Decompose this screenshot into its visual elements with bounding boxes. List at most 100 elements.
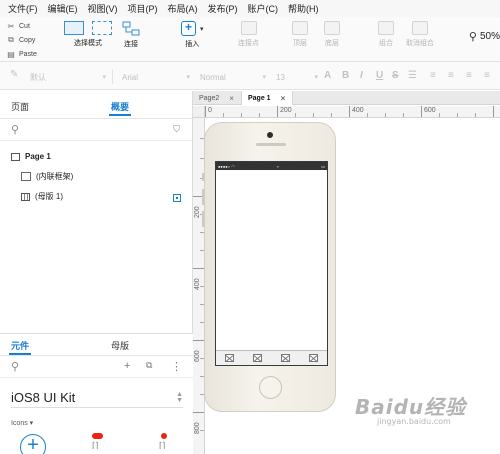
tab-widgets[interactable]: 元件 xyxy=(8,339,32,355)
menu-help[interactable]: 帮助(H) xyxy=(288,2,319,15)
main-toolbar: ✂ Cut ⧉ Copy ▤ Paste 选择模式 连接 + ▾ 插入 连接点 顶层 xyxy=(0,17,500,62)
connector-icon xyxy=(122,21,140,36)
ruler-label: 800 xyxy=(194,422,201,434)
cut-button[interactable]: ✂ Cut xyxy=(6,19,58,33)
send-bottom-icon xyxy=(324,21,340,35)
font-weight-select[interactable]: Normal ▾ xyxy=(200,70,266,84)
align-justify-icon[interactable]: ≡ xyxy=(484,70,490,81)
library-select[interactable]: iOS8 UI Kit ▲ ▼ xyxy=(11,388,183,408)
badge-dot-icon[interactable]: ⌈⌉ xyxy=(159,433,167,450)
widget-search[interactable]: ⚲ + ⧉ ⋮ xyxy=(0,356,193,378)
font-size-select[interactable]: 13 ▾ xyxy=(276,70,318,84)
font-family-select[interactable]: Arial ▾ xyxy=(122,70,190,84)
category-label[interactable]: Icons ▾ xyxy=(11,419,33,427)
copy-button[interactable]: ⧉ Copy xyxy=(6,33,58,47)
tab-outline[interactable]: 概要 xyxy=(108,100,132,116)
menu-edit[interactable]: 编辑(E) xyxy=(48,2,78,15)
zoom-control[interactable]: ⚲ 50% xyxy=(469,30,500,43)
italic-icon[interactable]: I xyxy=(360,70,363,81)
style-icon: ✎ xyxy=(10,69,19,80)
align-center-icon[interactable]: ≡ xyxy=(448,70,454,81)
ruler-label: 400 xyxy=(352,107,364,114)
menu-account[interactable]: 账户(C) xyxy=(248,2,279,15)
speaker-grille xyxy=(256,143,286,146)
chevron-down-icon: ▾ xyxy=(314,74,318,81)
align-right-icon[interactable]: ≡ xyxy=(466,70,472,81)
ruler-label: 600 xyxy=(194,350,201,362)
strikethrough-icon[interactable]: S xyxy=(392,70,399,81)
image-placeholder-icon xyxy=(225,354,235,362)
paste-button[interactable]: ▤ Paste xyxy=(6,47,58,61)
menu-view[interactable]: 视图(V) xyxy=(88,2,118,15)
camera-icon xyxy=(267,132,273,138)
select-mode-button[interactable]: 选择模式 xyxy=(64,21,112,48)
more-options-icon[interactable]: ⋮ xyxy=(171,360,182,373)
ruler-label: 0 xyxy=(208,107,212,114)
bullet-list-icon[interactable]: ☰ xyxy=(408,70,417,81)
chevron-down-icon: ▾ xyxy=(262,74,266,81)
page-tabs: Page2 × Page 1 × xyxy=(193,91,500,105)
signal-icon: ●●●●○ ◠ xyxy=(218,163,235,169)
ungroup-button[interactable]: 取消组合 xyxy=(406,21,434,48)
paste-icon: ▤ xyxy=(7,49,15,59)
bring-top-icon xyxy=(292,21,308,35)
group-button[interactable]: 组合 xyxy=(378,21,394,48)
scissors-icon: ✂ xyxy=(7,21,15,31)
connect-point-button[interactable]: 连接点 xyxy=(238,21,259,48)
tab-page2[interactable]: Page2 × xyxy=(193,91,241,105)
stepper-icon: ▲ ▼ xyxy=(176,391,183,404)
plus-icon: + xyxy=(181,21,196,36)
outline-page-item[interactable]: Page 1 xyxy=(11,152,51,161)
insert-button[interactable]: + ▾ 插入 xyxy=(181,21,204,49)
iphone-mockup[interactable]: ●●●●○ ◠ ▪ ▭ xyxy=(202,122,336,412)
align-left-icon[interactable]: ≡ xyxy=(430,70,436,81)
menu-layout[interactable]: 布局(A) xyxy=(168,2,198,15)
image-placeholder-icon xyxy=(253,354,263,362)
style-select[interactable]: 默认 ▾ xyxy=(30,70,106,84)
bold-icon[interactable]: B xyxy=(342,70,349,81)
zoom-value: 50% xyxy=(479,31,500,42)
phone-screen-frame[interactable]: ●●●●○ ◠ ▪ ▭ xyxy=(215,161,328,366)
ruler-label: 400 xyxy=(194,278,201,290)
add-circle-icon[interactable]: + xyxy=(20,434,46,454)
widgets-panel: 元件 母版 ⚲ + ⧉ ⋮ iOS8 UI Kit ▲ ▼ Icons ▾ + ⌈… xyxy=(0,333,193,454)
divider xyxy=(112,69,113,84)
send-bottom-button[interactable]: 底层 xyxy=(324,21,340,48)
filter-icon[interactable]: ⛉ xyxy=(173,124,180,135)
menu-project[interactable]: 项目(P) xyxy=(128,2,158,15)
badge-pill-icon[interactable]: ⌈⌉ xyxy=(92,433,103,450)
underline-icon[interactable]: U xyxy=(376,70,383,81)
menu-publish[interactable]: 发布(P) xyxy=(208,2,238,15)
font-color-icon[interactable]: A xyxy=(324,70,331,81)
connect-point-icon xyxy=(240,21,257,35)
chevron-down-icon: ▾ xyxy=(102,74,106,81)
connect-button[interactable]: 连接 xyxy=(122,21,140,49)
battery-icon: ▭ xyxy=(321,163,325,169)
outline-inline-frame-item[interactable]: (内联框架) xyxy=(21,171,73,182)
tab-pages[interactable]: 页面 xyxy=(11,100,29,113)
close-icon[interactable]: × xyxy=(229,94,234,103)
outline-search[interactable]: ⚲ ⛉ xyxy=(0,119,192,141)
master-badge-icon xyxy=(173,194,181,202)
horizontal-ruler[interactable]: 0 200 400 600 xyxy=(205,106,500,118)
format-bar: ✎ 默认 ▾ Arial ▾ Normal ▾ 13 ▾ A B I U S ☰ ≡ ≡… xyxy=(0,62,500,90)
menu-file[interactable]: 文件(F) xyxy=(8,2,38,15)
library-stack-icon[interactable]: ⧉ xyxy=(146,360,152,371)
ios-tab-bar xyxy=(216,350,327,365)
search-icon: ⚲ xyxy=(11,124,20,136)
ruler-label: 200 xyxy=(280,107,292,114)
widget-tabs: 元件 母版 xyxy=(0,334,193,356)
tab-masters[interactable]: 母版 xyxy=(111,339,129,352)
add-library-icon[interactable]: + xyxy=(124,360,130,372)
copy-icon: ⧉ xyxy=(8,35,14,44)
outline-master-item[interactable]: (母版 1) xyxy=(21,191,63,202)
panel-tabs: 页面 概要 xyxy=(0,91,192,119)
ruler-label: 600 xyxy=(424,107,436,114)
bring-top-button[interactable]: 顶层 xyxy=(292,21,308,48)
close-icon[interactable]: × xyxy=(281,94,286,103)
group-icon xyxy=(378,21,394,35)
image-placeholder-icon xyxy=(308,354,318,362)
tab-page1[interactable]: Page 1 × xyxy=(241,91,293,105)
menu-bar: 文件(F) 编辑(E) 视图(V) 项目(P) 布局(A) 发布(P) 账户(C… xyxy=(0,0,500,17)
page-icon xyxy=(11,152,20,161)
